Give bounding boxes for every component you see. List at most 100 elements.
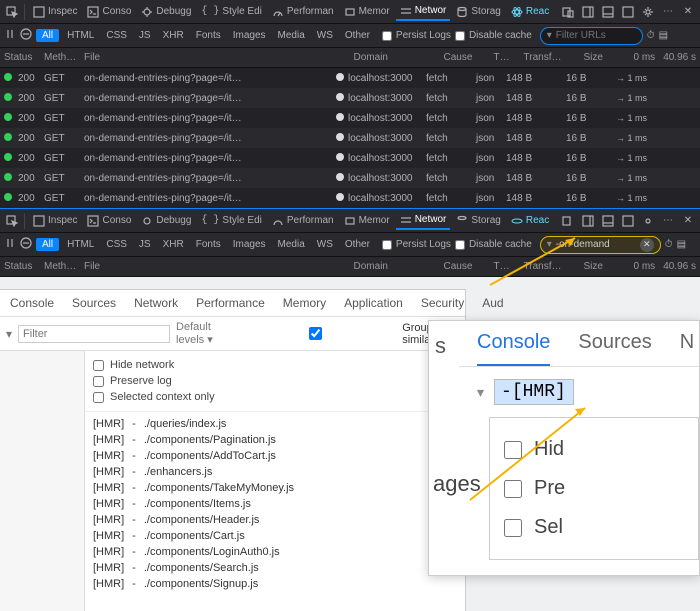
persist-logs-checkbox[interactable]: Persist Logs (382, 239, 451, 250)
clear-icon[interactable] (20, 28, 32, 43)
zoom-tab-console[interactable]: Console (477, 331, 550, 366)
selected-context-checkbox[interactable]: Selected context only (93, 389, 457, 405)
tab-network[interactable]: Network (134, 296, 178, 310)
request-row[interactable]: 200 GET on-demand-entries-ping?page=/it…… (0, 168, 700, 188)
log-levels-dropdown[interactable]: Default levels ▾ (176, 321, 227, 346)
clear-filter-icon[interactable]: ✕ (640, 238, 654, 252)
tab-sources[interactable]: Sources (72, 296, 116, 310)
col-domain[interactable]: Domain (354, 52, 444, 63)
col-method[interactable]: Meth… (44, 52, 84, 63)
filter-images[interactable]: Images (229, 29, 270, 42)
tab-debugger[interactable]: Debugg (137, 4, 195, 20)
pause-icon[interactable] (4, 237, 16, 252)
col-status[interactable]: Status (4, 261, 44, 272)
tab-network[interactable]: Networ (396, 3, 451, 21)
chrome-filter-input[interactable] (18, 325, 170, 343)
filter-html[interactable]: HTML (63, 29, 98, 42)
filter-media[interactable]: Media (274, 29, 309, 42)
tab-style-editor[interactable]: { }Style Edi (197, 4, 265, 19)
filter-css[interactable]: CSS (102, 238, 131, 251)
col-status[interactable]: Status (4, 52, 44, 63)
pause-icon[interactable] (4, 28, 16, 43)
zoom-filter-input[interactable] (494, 379, 574, 405)
zoom-hide-network-checkbox[interactable]: Hid (504, 430, 684, 469)
tab-security[interactable]: Security (421, 296, 464, 310)
col-type[interactable]: T… (494, 261, 524, 272)
tab-react[interactable]: Reac (507, 213, 553, 229)
dock-bottom-icon[interactable] (600, 4, 616, 20)
har-icon[interactable]: ▤ (659, 30, 668, 41)
col-transferred[interactable]: Transf… (524, 261, 584, 272)
responsive-icon[interactable] (560, 4, 576, 20)
filter-js[interactable]: JS (135, 238, 155, 251)
filter-html[interactable]: HTML (63, 238, 98, 251)
dock-bottom-icon[interactable] (600, 213, 616, 229)
tab-console[interactable]: Conso (83, 213, 135, 229)
close-icon[interactable]: ✕ (680, 4, 696, 20)
meatball-icon[interactable]: ⋯ (660, 4, 676, 20)
context-dropdown-icon[interactable]: ▾ (477, 384, 484, 401)
filter-xhr[interactable]: XHR (159, 238, 188, 251)
filter-xhr[interactable]: XHR (159, 29, 188, 42)
tab-debugger[interactable]: Debugg (137, 213, 195, 229)
request-row[interactable]: 200 GET on-demand-entries-ping?page=/it…… (0, 88, 700, 108)
context-dropdown-icon[interactable]: ▾ (6, 327, 12, 341)
tab-inspector[interactable]: Inspec (29, 4, 81, 20)
tab-storage[interactable]: Storag (452, 4, 504, 20)
tab-storage[interactable]: Storag (452, 213, 504, 229)
tab-audits[interactable]: Aud (482, 296, 503, 310)
pick-element-icon[interactable] (4, 4, 20, 20)
disable-cache-checkbox[interactable]: Disable cache (455, 239, 532, 250)
tab-console[interactable]: Conso (83, 4, 135, 20)
filter-css[interactable]: CSS (102, 29, 131, 42)
zoom-selected-context-checkbox[interactable]: Sel (504, 508, 684, 547)
filter-other[interactable]: Other (341, 238, 374, 251)
zoom-tab-next[interactable]: N (680, 331, 694, 366)
zoom-tab-sources[interactable]: Sources (578, 331, 651, 366)
filter-urls-negative-field[interactable]: ▾ ✕ (540, 236, 661, 254)
filter-ws[interactable]: WS (313, 238, 337, 251)
persist-logs-checkbox[interactable]: Persist Logs (382, 30, 451, 41)
tab-performance[interactable]: Performan (268, 4, 338, 20)
throttle-icon[interactable]: ⏱ (665, 239, 673, 250)
filter-other[interactable]: Other (341, 29, 374, 42)
filter-all[interactable]: All (36, 238, 59, 251)
settings-icon[interactable] (640, 213, 656, 229)
dock-side-icon[interactable] (580, 4, 596, 20)
filter-all[interactable]: All (36, 29, 59, 42)
tab-style-editor[interactable]: { }Style Edi (197, 213, 265, 228)
col-method[interactable]: Meth… (44, 261, 84, 272)
throttle-icon[interactable]: ⏱ (647, 30, 655, 41)
hide-network-checkbox[interactable]: Hide network (93, 357, 457, 373)
filter-images[interactable]: Images (229, 238, 270, 251)
filter-media[interactable]: Media (274, 238, 309, 251)
col-file[interactable]: File (84, 261, 354, 272)
col-type[interactable]: T… (494, 52, 524, 63)
col-cause[interactable]: Cause (444, 261, 494, 272)
tab-memory[interactable]: Memor (340, 213, 394, 229)
filter-urls-input[interactable] (556, 30, 636, 41)
col-file[interactable]: File (84, 52, 354, 63)
zoom-preserve-log-checkbox[interactable]: Pre (504, 469, 684, 508)
dock-side-icon[interactable] (580, 213, 596, 229)
filter-fonts[interactable]: Fonts (192, 29, 225, 42)
group-similar-checkbox[interactable]: Group similar (233, 322, 459, 346)
filter-urls-field[interactable]: ▾ (540, 27, 643, 45)
preserve-log-checkbox[interactable]: Preserve log (93, 373, 457, 389)
col-cause[interactable]: Cause (444, 52, 494, 63)
dock-window-icon[interactable] (620, 213, 636, 229)
settings-icon[interactable] (640, 4, 656, 20)
tab-network[interactable]: Networ (396, 212, 451, 230)
har-icon[interactable]: ▤ (677, 239, 686, 250)
tab-memory[interactable]: Memory (283, 296, 326, 310)
clear-icon[interactable] (20, 237, 32, 252)
tab-react[interactable]: Reac (507, 4, 553, 20)
close-icon[interactable]: ✕ (680, 213, 696, 229)
request-row[interactable]: 200 GET on-demand-entries-ping?page=/it…… (0, 188, 700, 208)
col-domain[interactable]: Domain (354, 261, 444, 272)
request-row[interactable]: 200 GET on-demand-entries-ping?page=/it…… (0, 68, 700, 88)
responsive-icon[interactable] (560, 213, 576, 229)
col-size[interactable]: Size (584, 261, 634, 272)
filter-js[interactable]: JS (135, 29, 155, 42)
disable-cache-checkbox[interactable]: Disable cache (455, 30, 532, 41)
